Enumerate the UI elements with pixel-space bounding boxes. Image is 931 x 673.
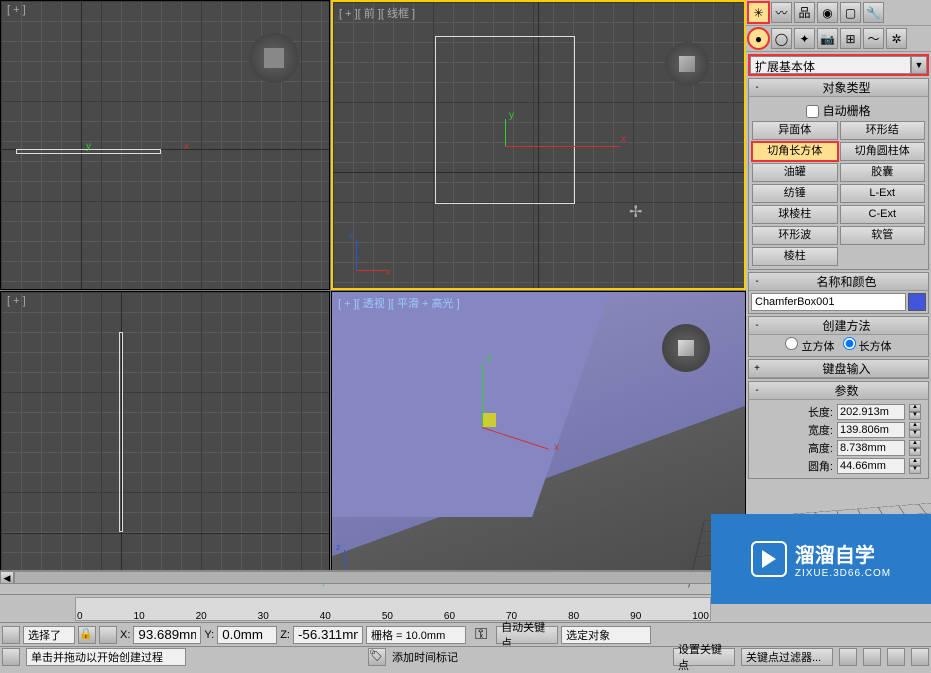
fillet-spinner[interactable]: ▲▼ — [909, 458, 921, 474]
viewcube[interactable] — [665, 42, 709, 86]
chamferbox-button[interactable]: 切角长方体 — [752, 142, 838, 161]
color-swatch[interactable] — [908, 293, 926, 311]
viewport-label[interactable]: [ + ] — [7, 4, 26, 16]
cube-radio[interactable] — [785, 337, 798, 350]
watermark-logo: 溜溜自学 ZIXUE.3D66.COM — [711, 514, 931, 604]
utilities-tab[interactable]: 🔧 — [863, 2, 884, 23]
viewport-label[interactable]: [ + ] — [7, 295, 26, 307]
width-spinner[interactable]: ▲▼ — [909, 422, 921, 438]
spindle-button[interactable]: 纺锤 — [752, 184, 838, 203]
height-spinner[interactable]: ▲▼ — [909, 440, 921, 456]
nav4-icon[interactable] — [911, 648, 929, 666]
time-tag-icon[interactable]: 🏷 — [368, 648, 386, 666]
create-method-rollup: -创建方法 立方体 长方体 — [748, 316, 929, 357]
viewport-top[interactable]: [ + ] y x — [0, 0, 330, 290]
viewport-label[interactable]: [ + ][ 前 ][ 线框 ] — [339, 5, 415, 21]
autokey-button[interactable]: 自动关键点 — [496, 626, 558, 644]
viewport-front[interactable]: [ + ][ 前 ][ 线框 ] y x ✢ z x — [331, 0, 746, 290]
length-input[interactable] — [837, 404, 905, 420]
torusknot-button[interactable]: 环形结 — [840, 121, 926, 140]
systems-category[interactable]: ✲ — [886, 28, 907, 49]
keyboard-entry-rollup: +键盘输入 — [748, 359, 929, 379]
nav1-icon[interactable] — [839, 648, 857, 666]
parameters-rollup: -参数 长度:▲▼ 宽度:▲▼ 高度:▲▼ 圆角:▲▼ — [748, 381, 929, 479]
selection-lock-icon[interactable]: 🔒 — [78, 626, 96, 644]
lock-icon[interactable] — [2, 626, 20, 644]
y-coord-input[interactable] — [217, 626, 277, 644]
cursor-crosshair: ✢ — [629, 202, 642, 222]
object-name-input[interactable] — [751, 293, 906, 311]
setkey-button[interactable]: 设置关键点 — [673, 648, 735, 666]
z-coord-input[interactable] — [293, 626, 363, 644]
subcategory-dropdown[interactable]: 扩展基本体 ▼ — [748, 54, 929, 76]
keyfilter-button[interactable]: 关键点过滤器... — [741, 648, 833, 666]
viewport-label[interactable]: [ + ][ 透视 ][ 平滑 + 高光 ] — [338, 295, 460, 311]
create-tab[interactable]: ✳ — [748, 2, 769, 23]
x-coord-input[interactable] — [133, 626, 201, 644]
motion-tab[interactable]: ◉ — [817, 2, 838, 23]
chamfercyl-button[interactable]: 切角圆柱体 — [840, 142, 926, 161]
hedra-button[interactable]: 异面体 — [752, 121, 838, 140]
axis-x-label: x — [184, 141, 189, 152]
key-target-dropdown[interactable]: 选定对象 — [561, 626, 651, 644]
grid-display: 栅格 = 10.0mm — [366, 626, 466, 644]
lights-category[interactable]: ✦ — [794, 28, 815, 49]
height-input[interactable] — [837, 440, 905, 456]
command-panel: ✳ 〰 品 ◉ ▢ 🔧 ● ◯ ✦ 📷 ⊞ 〜 ✲ 扩展基本体 ▼ - 对象类型 — [745, 0, 931, 584]
viewport-left[interactable]: [ + ] — [0, 291, 330, 583]
prompt-bar: 单击并拖动以开始创建过程 🏷 添加时间标记 设置关键点 关键点过滤器... — [0, 646, 931, 666]
capsule-button[interactable]: 胶囊 — [840, 163, 926, 182]
name-color-rollup: -名称和颜色 — [748, 272, 929, 314]
fillet-input[interactable] — [837, 458, 905, 474]
modify-tab[interactable]: 〰 — [771, 2, 792, 23]
object-type-rollup: - 对象类型 自动栅格 异面体 环形结 切角长方体 切角圆柱体 油罐 胶囊 纺锤… — [748, 78, 929, 270]
viewport-scrollbar[interactable]: ◀ ▶ — [0, 570, 745, 584]
dropdown-arrow-icon[interactable]: ▼ — [911, 56, 927, 74]
play-icon — [751, 541, 787, 577]
status-bar: 选择了 🔒 X: Y: Z: 栅格 = 10.0mm ⚿ 自动关键点 选定对象 — [0, 622, 931, 646]
viewport-area: [ + ] y x [ + ][ 前 ][ 线框 ] y x ✢ z x — [0, 0, 745, 584]
ringwave-button[interactable]: 环形波 — [752, 226, 838, 245]
nav3-icon[interactable] — [887, 648, 905, 666]
prompt-text: 单击并拖动以开始创建过程 — [26, 648, 186, 666]
display-tab[interactable]: ▢ — [840, 2, 861, 23]
autogrid-checkbox[interactable] — [806, 105, 819, 118]
hierarchy-tab[interactable]: 品 — [794, 2, 815, 23]
script-icon[interactable] — [2, 648, 20, 666]
category-row: ● ◯ ✦ 📷 ⊞ 〜 ✲ — [746, 26, 931, 52]
box-radio[interactable] — [843, 337, 856, 350]
lext-button[interactable]: L-Ext — [840, 184, 926, 203]
hose-button[interactable]: 软管 — [840, 226, 926, 245]
width-input[interactable] — [837, 422, 905, 438]
scroll-left-icon[interactable]: ◀ — [0, 571, 14, 584]
viewcube[interactable] — [662, 324, 710, 372]
viewport-perspective[interactable]: [ + ][ 透视 ][ 平滑 + 高光 ] y x z x y — [331, 291, 746, 583]
object-outline — [119, 332, 123, 532]
prism-button[interactable]: 棱柱 — [752, 247, 838, 266]
viewcube[interactable] — [249, 33, 299, 83]
nav2-icon[interactable] — [863, 648, 881, 666]
cameras-category[interactable]: 📷 — [817, 28, 838, 49]
key-icon[interactable]: ⚿ — [469, 626, 493, 644]
length-spinner[interactable]: ▲▼ — [909, 404, 921, 420]
axis-y-label: y — [86, 141, 91, 152]
collapse-icon[interactable]: - — [749, 82, 765, 93]
coord-display-icon[interactable] — [99, 626, 117, 644]
cext-button[interactable]: C-Ext — [840, 205, 926, 224]
gengon-button[interactable]: 球棱柱 — [752, 205, 838, 224]
helpers-category[interactable]: ⊞ — [840, 28, 861, 49]
spacewarps-category[interactable]: 〜 — [863, 28, 884, 49]
geometry-category[interactable]: ● — [748, 28, 769, 49]
oiltank-button[interactable]: 油罐 — [752, 163, 838, 182]
main-tabs: ✳ 〰 品 ◉ ▢ 🔧 — [746, 0, 931, 26]
selection-status: 选择了 — [23, 626, 75, 644]
shapes-category[interactable]: ◯ — [771, 28, 792, 49]
